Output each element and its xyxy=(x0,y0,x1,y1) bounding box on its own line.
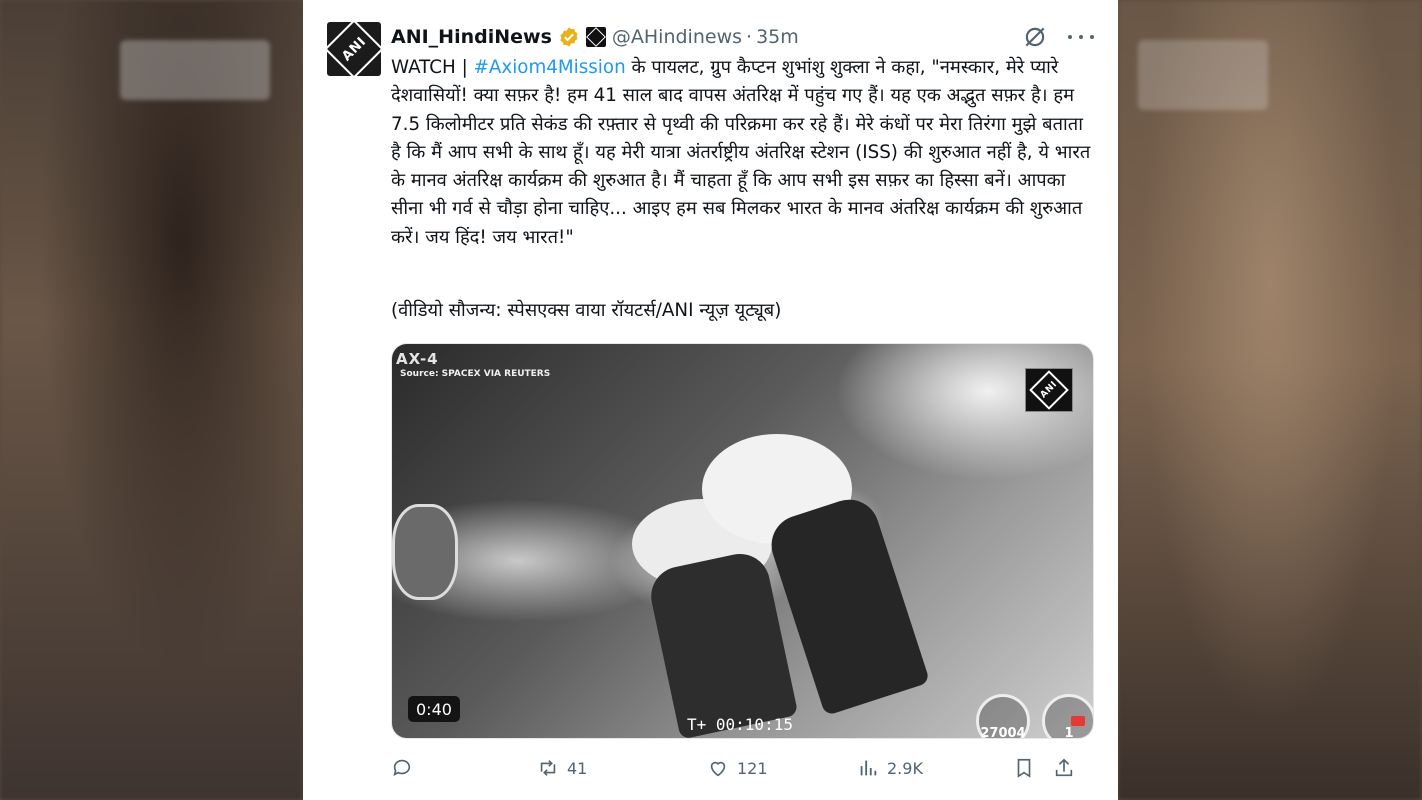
youtube-icon xyxy=(1071,716,1085,726)
separator-dot: · xyxy=(746,26,753,48)
tweet-card: ANI ANI_HindiNews @AHindinews · 35m WATC… xyxy=(303,0,1118,800)
retweet-button[interactable]: 41 xyxy=(537,757,707,779)
video-duration: 0:40 xyxy=(408,696,460,722)
reply-button[interactable] xyxy=(391,757,537,779)
altitude-value: 1 xyxy=(1064,726,1074,739)
astronaut-figure xyxy=(392,504,458,600)
like-button[interactable]: 121 xyxy=(707,757,857,779)
tweet-time[interactable]: 35m xyxy=(756,26,799,48)
video-ani-logo: ANI xyxy=(1025,368,1073,412)
speed-gauge: 27004 xyxy=(976,694,1030,739)
tweet-body: के पायलट, ग्रुप कैप्टन शुभांशु शुक्ला ने… xyxy=(391,57,1097,248)
affiliate-badge-icon[interactable] xyxy=(585,27,606,47)
heart-icon xyxy=(710,761,726,777)
video-credit: (वीडियो सौजन्य: स्पेसएक्स वाया रॉयटर्स/A… xyxy=(391,300,782,321)
tweet-header: ANI_HindiNews @AHindinews · 35m xyxy=(391,24,1098,50)
share-icon xyxy=(1055,758,1073,777)
mission-timer: T+ 00:10:15 xyxy=(687,715,793,734)
more-options-icon[interactable] xyxy=(1068,24,1094,50)
views-button[interactable]: 2.9K xyxy=(857,757,1013,779)
share-button[interactable] xyxy=(1053,757,1083,779)
speed-value: 27004 xyxy=(980,726,1026,739)
retweet-count: 41 xyxy=(567,758,588,778)
views-count: 2.9K xyxy=(887,758,923,778)
hashtag-link[interactable]: #Axiom4Mission xyxy=(474,57,626,78)
verified-badge-icon[interactable] xyxy=(558,26,580,48)
avatar[interactable]: ANI xyxy=(327,22,381,76)
video-source-label: Source: SPACEX VIA REUTERS xyxy=(400,369,551,379)
avatar-logo-text: ANI xyxy=(339,34,369,64)
bookmark-button[interactable] xyxy=(1013,757,1053,779)
background-right-blur xyxy=(1118,0,1422,800)
video-player[interactable]: AX-4 Source: SPACEX VIA REUTERS ANI T+ 0… xyxy=(391,343,1094,739)
ani-logo-icon: ANI xyxy=(1029,370,1069,410)
tweet-prefix: WATCH | xyxy=(391,57,474,78)
views-chart-icon xyxy=(860,760,877,776)
author-handle[interactable]: @AHindinews xyxy=(612,26,742,48)
video-overlay-title: AX-4 xyxy=(396,350,439,368)
bookmark-icon xyxy=(1017,758,1031,778)
ani-logo-icon: ANI xyxy=(327,22,381,76)
tweet-actions: 41 121 2.9K xyxy=(391,755,1093,781)
like-count: 121 xyxy=(737,758,768,778)
tweet-text: WATCH | #Axiom4Mission के पायलट, ग्रुप क… xyxy=(391,54,1093,252)
video-logo-text: ANI xyxy=(1038,379,1060,401)
retweet-icon xyxy=(540,760,556,776)
background-left-blur xyxy=(0,0,303,800)
grok-icon[interactable] xyxy=(1022,24,1048,50)
reply-icon xyxy=(393,759,411,776)
spacesuit-boot xyxy=(645,548,799,738)
author-name[interactable]: ANI_HindiNews xyxy=(391,26,552,48)
altitude-gauge: 1 xyxy=(1042,694,1093,739)
